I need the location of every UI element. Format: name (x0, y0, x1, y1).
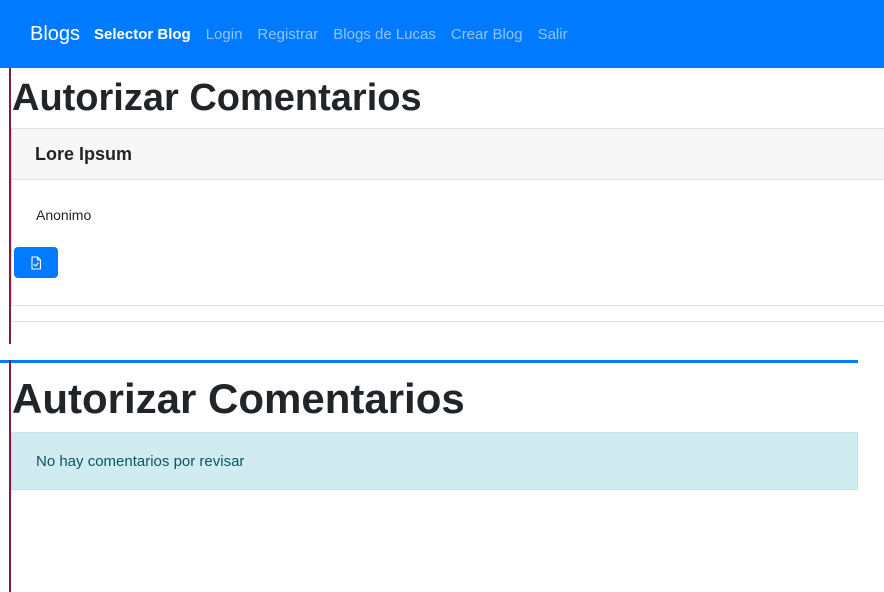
file-check-icon (31, 255, 42, 270)
no-comments-view: Autorizar Comentarios No hay comentarios… (0, 360, 858, 592)
top-navbar: Blogs Selector Blog Login Registrar Blog… (0, 0, 884, 68)
card-separator (11, 321, 884, 322)
navbar-brand[interactable]: Blogs (30, 23, 80, 46)
nav-link-login[interactable]: Login (206, 26, 243, 43)
nav-link-blogs-de-lucas[interactable]: Blogs de Lucas (333, 26, 436, 43)
page-title: Autorizar Comentarios (12, 375, 465, 422)
nav-link-registrar[interactable]: Registrar (257, 26, 318, 43)
comment-author: Anonimo (36, 207, 92, 223)
approve-comment-button[interactable] (14, 247, 58, 278)
navbar-edge (0, 360, 858, 363)
nav-link-salir[interactable]: Salir (538, 26, 568, 43)
authorize-comments-view: Blogs Selector Blog Login Registrar Blog… (0, 0, 884, 344)
nav-link-selector-blog[interactable]: Selector Blog (94, 26, 191, 43)
page-title: Autorizar Comentarios (12, 77, 422, 119)
alert-message: No hay comentarios por revisar (36, 452, 245, 470)
info-alert: No hay comentarios por revisar (11, 432, 858, 490)
nav-link-crear-blog[interactable]: Crear Blog (451, 26, 523, 43)
comment-title: Lore Ipsum (35, 143, 133, 164)
comment-card: Lore Ipsum Anonimo (11, 128, 884, 306)
comment-card-header: Lore Ipsum (12, 129, 884, 180)
